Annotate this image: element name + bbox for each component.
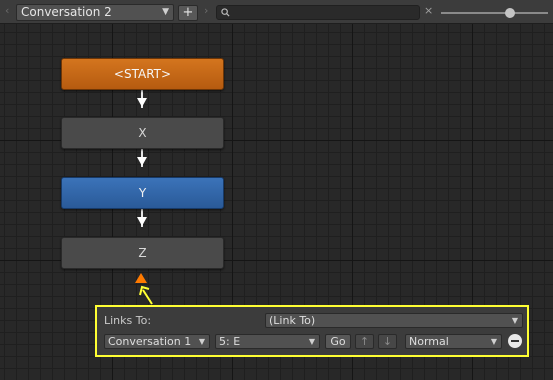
node-y[interactable]: Y [61, 177, 224, 209]
chevron-down-icon: ▼ [162, 7, 169, 17]
priority-select-value: Normal [409, 335, 449, 348]
nav-forward-icon[interactable]: › [204, 4, 208, 18]
search-input[interactable] [216, 5, 420, 20]
go-button[interactable]: Go [325, 334, 351, 349]
zoom-slider[interactable] [441, 12, 548, 14]
links-to-label: Links To: [104, 314, 152, 327]
add-conversation-button[interactable]: + [178, 5, 198, 21]
chevron-down-icon: ▼ [490, 337, 497, 346]
callout-arrow-icon [139, 285, 153, 305]
node-x[interactable]: X [61, 117, 224, 149]
entry-select-value: 5: E [219, 335, 241, 348]
conversation-select-value: Conversation 1 [108, 335, 192, 348]
move-down-button[interactable]: ↓ [378, 334, 397, 349]
link-arrow-icon [137, 217, 147, 226]
node-z[interactable]: Z [61, 237, 224, 269]
close-icon[interactable]: × [424, 4, 433, 18]
toolbar: ‹ Conversation 2 ▼ + › × [0, 0, 553, 24]
entry-select[interactable]: 5: E ▼ [215, 334, 320, 349]
chevron-down-icon: ▼ [308, 337, 315, 346]
chevron-down-icon: ▼ [511, 316, 518, 325]
links-to-panel: Links To: (Link To) ▼ Conversation 1 ▼ 5… [95, 305, 529, 357]
zoom-slider-handle[interactable] [505, 8, 515, 18]
link-arrow-icon [137, 98, 147, 107]
remove-link-icon[interactable] [508, 334, 522, 348]
conversation-select[interactable]: Conversation 1 ▼ [104, 334, 210, 349]
search-icon [221, 8, 230, 17]
chevron-down-icon: ▼ [198, 337, 205, 346]
conversation-dropdown[interactable]: Conversation 2 ▼ [16, 4, 174, 21]
link-arrow-icon [137, 157, 147, 166]
move-up-button[interactable]: ↑ [355, 334, 374, 349]
conversation-dropdown-value: Conversation 2 [21, 5, 112, 19]
node-start[interactable]: <START> [61, 58, 224, 90]
nav-back-icon[interactable]: ‹ [5, 4, 9, 18]
links-to-dropdown[interactable]: (Link To) ▼ [265, 313, 523, 328]
links-to-value: (Link To) [269, 314, 316, 327]
link-handle-icon[interactable] [135, 273, 147, 283]
priority-select[interactable]: Normal ▼ [405, 334, 502, 349]
